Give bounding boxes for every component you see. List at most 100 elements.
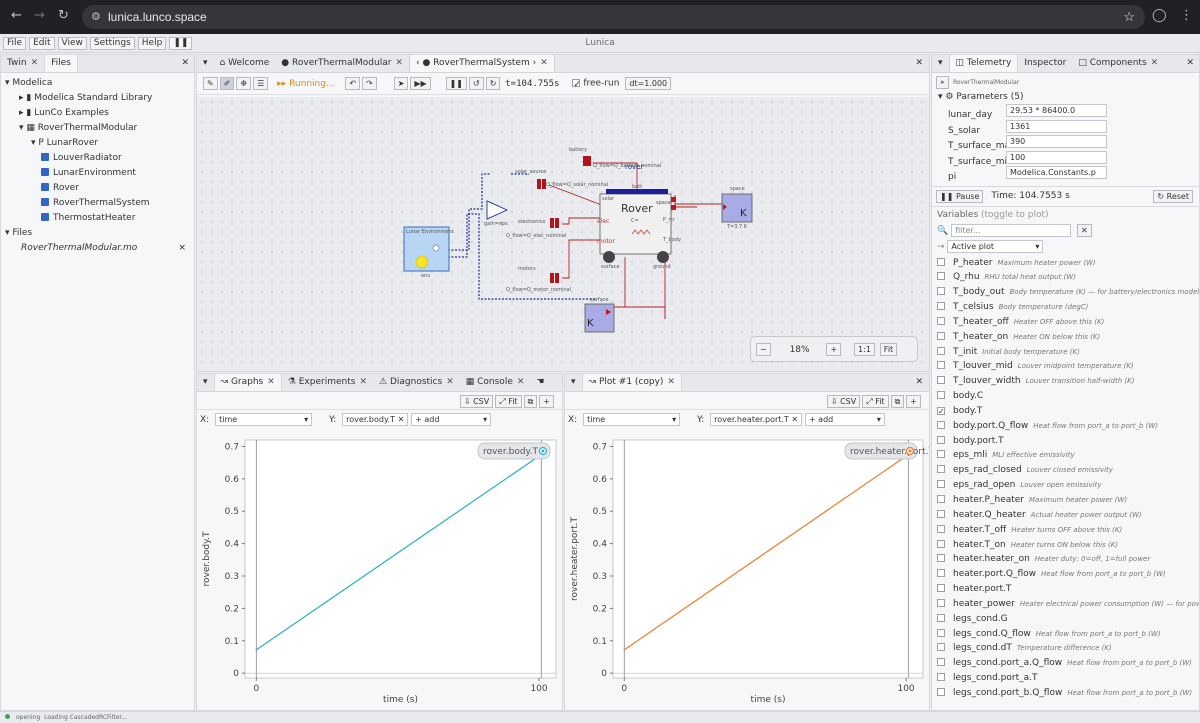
y-chip[interactable]: rover.body.T ✕ — [342, 413, 409, 426]
close-panel-icon[interactable]: ✕ — [915, 374, 929, 387]
variable-row[interactable]: legs_cond.port_b.Q_flow Heat flow from po… — [932, 686, 1199, 701]
checkbox[interactable] — [937, 613, 945, 622]
variable-row[interactable]: Q_rhu RHU total heat output (W) — [932, 270, 1199, 285]
checkbox[interactable] — [937, 272, 945, 281]
checkbox[interactable] — [937, 257, 945, 266]
variable-row[interactable]: legs_cond.port_a.Q_flow Heat flow from po… — [932, 656, 1199, 671]
brush-icon[interactable]: ❉ — [236, 77, 252, 90]
csv-button[interactable]: ⇩ CSV — [826, 395, 861, 408]
tree-item-lunarenvironment[interactable]: LunarEnvironment — [5, 166, 194, 181]
variable-row[interactable]: heater.port.T — [932, 582, 1199, 597]
tab-twin[interactable]: Twin ✕ — [1, 55, 44, 72]
tree-file-item[interactable]: RoverThermalModular.mo × — [5, 241, 194, 256]
undo-icon[interactable]: ↶ — [345, 77, 361, 90]
variable-row[interactable]: eps_rad_closed Louver closed emissivity — [932, 463, 1199, 478]
variable-row[interactable]: heater.heater_on Heater duty: 0=off, 1=fu… — [932, 552, 1199, 567]
zoom-reset-button[interactable]: 1:1 — [854, 343, 875, 356]
checkbox[interactable] — [937, 435, 945, 444]
variable-row[interactable]: body.port.Q_flow Heat flow from port_a to… — [932, 419, 1199, 434]
tree-item-msl[interactable]: ▸ ▮ Modelica Standard Library — [5, 91, 194, 106]
zoom-in-button[interactable]: + — [826, 343, 842, 356]
redo-icon[interactable]: ↷ — [362, 77, 377, 90]
diagram-canvas[interactable]: battery Q_flow=Q_battery_nominal rover s… — [197, 97, 929, 371]
variable-row[interactable]: body.port.T — [932, 434, 1199, 449]
y-chip[interactable]: rover.heater.port.T ✕ — [710, 413, 803, 426]
bookmark-star-icon[interactable]: ☆ — [1123, 9, 1135, 25]
variable-row[interactable]: P_heater Maximum heater power (W) — [932, 256, 1199, 271]
x-axis-select[interactable]: time ▾ — [215, 413, 313, 426]
tree-item-lunarrover[interactable]: ▾ P LunarRover — [5, 136, 194, 151]
restart-icon[interactable]: ↻ — [485, 77, 501, 90]
variable-row[interactable]: T_heater_on Heater ON below this (K) — [932, 330, 1199, 345]
tabbar-collapse-icon[interactable]: ▾ — [197, 374, 214, 391]
add-series-select[interactable]: + add ▾ — [804, 413, 885, 426]
tab-welcome[interactable]: ⌂ Welcome — [214, 55, 276, 72]
param-value-input[interactable]: 29.53 * 86400.0 — [1006, 104, 1107, 117]
checkbox[interactable] — [937, 316, 945, 325]
checkbox[interactable] — [937, 450, 945, 459]
rover-block-label[interactable]: Rover — [621, 202, 653, 215]
back-icon[interactable]: ← — [11, 8, 22, 23]
variable-row[interactable]: heater.P_heater Maximum heater power (W) — [932, 493, 1199, 508]
address-bar[interactable]: ⚙ lunica.lunco.space ☆ — [82, 5, 1145, 29]
checkbox[interactable] — [937, 376, 945, 385]
zoom-out-button[interactable]: − — [756, 343, 771, 356]
variable-row[interactable]: T_louver_mid Louver midpoint temperature … — [932, 359, 1199, 374]
tab-diagnostics[interactable]: ⚠ Diagnostics ✕ — [373, 374, 460, 391]
pin-icon[interactable]: ➤ — [936, 76, 950, 89]
variable-row[interactable]: legs_cond.port_a.T — [932, 671, 1199, 686]
add-series-select[interactable]: + add ▾ — [411, 413, 492, 426]
checkbox[interactable] — [937, 509, 945, 518]
rewind-icon[interactable]: ↺ — [468, 77, 484, 90]
checkbox[interactable] — [937, 643, 945, 652]
tab-graphs[interactable]: ↝ Graphs ✕ — [213, 374, 282, 391]
tab-console[interactable]: ▦ Console ✕ — [460, 374, 531, 391]
free-run-checkbox[interactable]: ✓ — [572, 79, 581, 90]
checkbox[interactable] — [937, 658, 945, 667]
variable-row[interactable]: T_body_out Body temperature (K) — for bat… — [932, 285, 1199, 300]
checkbox[interactable] — [937, 569, 945, 578]
tab-telemetry[interactable]: ◫ Telemetry — [948, 55, 1019, 72]
tab-roverthermalsystem[interactable]: ‹ ● RoverThermalSystem › ✕ — [408, 55, 555, 72]
variable-row[interactable]: legs_cond.Q_flow Heat flow from port_a to… — [932, 627, 1199, 642]
active-plot-select[interactable]: Active plot ▾ — [947, 239, 1044, 253]
layers-icon[interactable]: ☰ — [253, 77, 269, 90]
fast-forward-icon[interactable]: ▶▶ — [410, 77, 431, 90]
checkbox[interactable] — [937, 480, 945, 489]
variable-row[interactable]: eps_rad_open Louver open emissivity — [932, 478, 1199, 493]
tree-item-roverthermalsystem[interactable]: RoverThermalSystem — [5, 196, 194, 211]
close-icon[interactable]: ✕ — [263, 377, 275, 387]
variable-row[interactable]: T_init Initial body temperature (K) — [932, 345, 1199, 360]
tab-components[interactable]: □ Components ✕ — [1072, 55, 1164, 72]
variable-row[interactable]: heater_power Heater electrical power cons… — [932, 597, 1199, 612]
close-icon[interactable]: ✕ — [27, 58, 39, 68]
tree-item-rover[interactable]: Rover — [5, 181, 194, 196]
tabbar-collapse-icon[interactable]: ▾ — [565, 374, 582, 391]
remove-icon[interactable]: ✕ — [791, 415, 798, 424]
checkbox[interactable] — [937, 539, 945, 548]
close-icon[interactable]: ✕ — [355, 377, 367, 387]
tree-item-louverradiator[interactable]: LouverRadiator — [5, 151, 194, 166]
variable-row[interactable]: heater.port.Q_flow Heat flow from port_a … — [932, 567, 1199, 582]
checkbox[interactable] — [937, 598, 945, 607]
plot1-chart[interactable]: 0 0.1 0.2 0.3 0.4 0.5 0.6 0.7 0 100 time (s) rover.… — [197, 436, 562, 710]
fit-button[interactable]: ⤢ Fit — [862, 395, 889, 408]
close-panel-icon[interactable]: ✕ — [915, 55, 929, 68]
tab-inspector[interactable]: Inspector — [1018, 55, 1072, 72]
close-file-icon[interactable]: × — [178, 241, 186, 256]
variable-row[interactable]: heater.Q_heater Actual heater power outpu… — [932, 508, 1199, 523]
variable-row[interactable]: eps_mli MLI effective emissivity — [932, 448, 1199, 463]
param-value-input[interactable]: Modelica.Constants.p — [1006, 166, 1107, 179]
add-plot-icon[interactable]: + — [906, 395, 921, 408]
tree-item-thermostatheater[interactable]: ThermostatHeater — [5, 211, 194, 226]
tab-roverthermalmodular[interactable]: ● RoverThermalModular ✕ — [275, 55, 409, 72]
parameters-header[interactable]: ▾ ⚙ Parameters (5) — [932, 89, 1199, 102]
close-icon[interactable]: ✕ — [1147, 58, 1159, 68]
filter-input[interactable]: filter... — [951, 223, 1072, 237]
variable-row[interactable]: heater.T_on Heater turns ON below this (K… — [932, 538, 1199, 553]
checkbox[interactable] — [937, 687, 945, 696]
close-icon[interactable]: ✕ — [536, 58, 548, 68]
csv-button[interactable]: ⇩ CSV — [459, 395, 494, 408]
checkbox[interactable] — [937, 361, 945, 370]
copy-plot-icon[interactable]: ⧉ — [890, 395, 905, 408]
